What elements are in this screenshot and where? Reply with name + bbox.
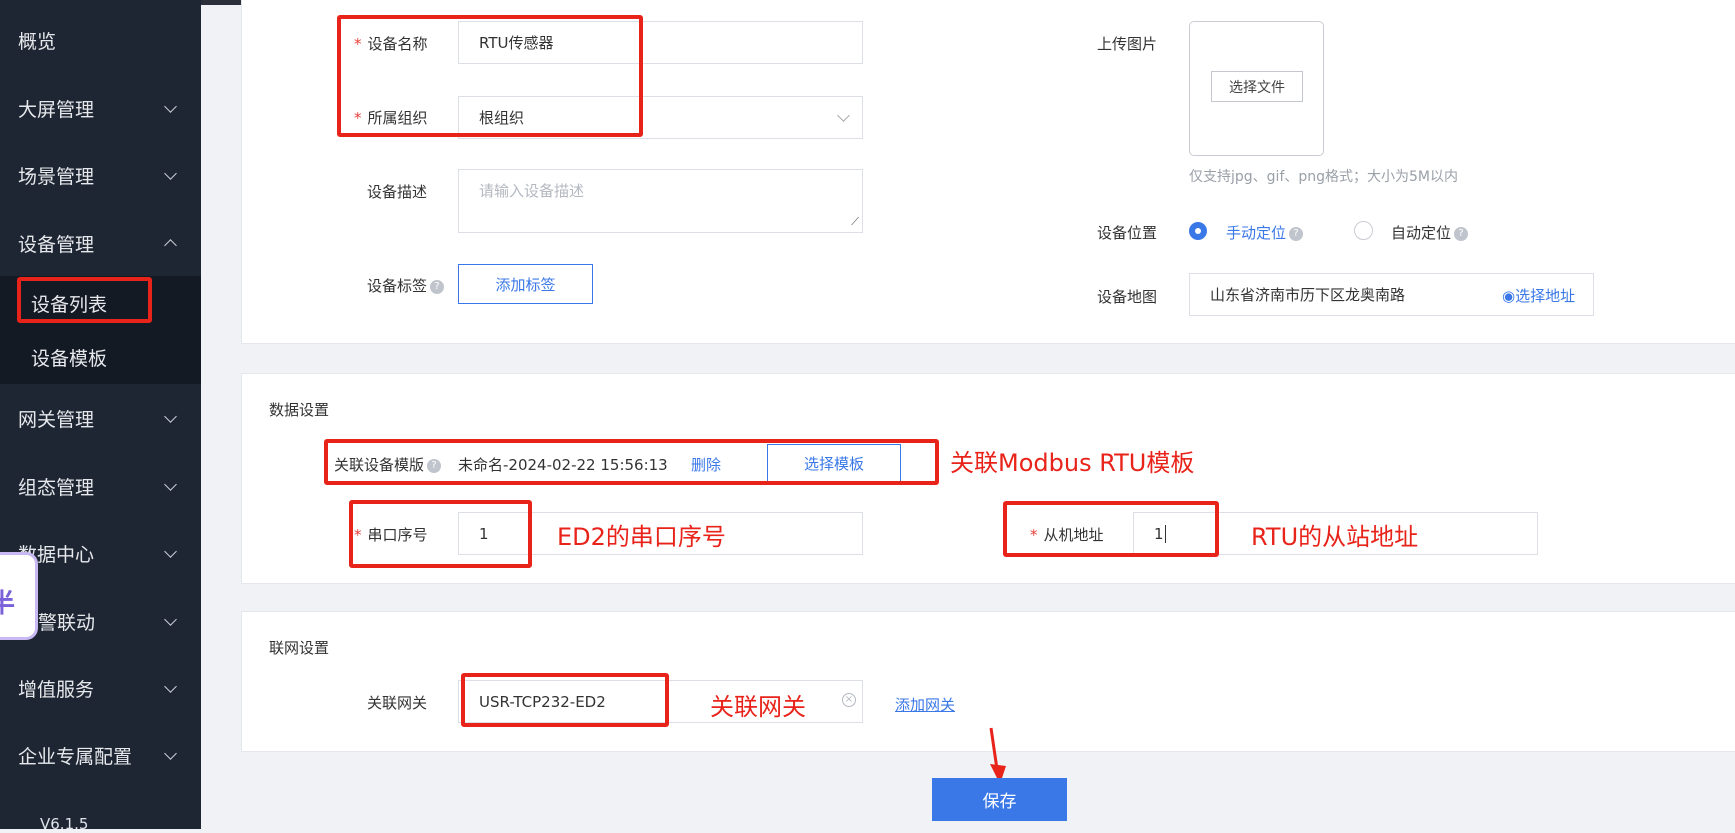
- sidebar-item-gateway[interactable]: 网关管理: [0, 390, 201, 446]
- chevron-down-icon: [164, 167, 177, 180]
- annotation-serial-note: ED2的串口序号: [557, 523, 726, 551]
- network-settings-title: 联网设置: [269, 639, 330, 657]
- chevron-down-icon: [164, 545, 177, 558]
- annotation-gateway-note: 关联网关: [710, 693, 806, 721]
- sidebar-item-value-added[interactable]: 增值服务: [0, 660, 201, 716]
- manual-location-label: 手动定位?: [1226, 222, 1304, 243]
- chevron-down-icon: [164, 410, 177, 423]
- annotation-box-name-org: [337, 15, 643, 137]
- annotation-box-gateway: [461, 673, 669, 727]
- add-tag-button[interactable]: 添加标签: [458, 264, 593, 304]
- chevron-down-icon: [837, 109, 850, 122]
- annotation-slave-note: RTU的从站地址: [1251, 523, 1419, 551]
- sidebar-item-label: 场景管理: [18, 165, 95, 188]
- sidebar-item-label: 概览: [18, 30, 57, 53]
- sidebar-item-label: 网关管理: [18, 408, 95, 431]
- upload-hint: 仅支持jpg、gif、png格式；大小为5M以内: [1189, 169, 1459, 185]
- page-gutter: [201, 5, 212, 829]
- sidebar-item-label: 设备模板: [31, 347, 108, 370]
- sidebar-item-label: 大屏管理: [18, 98, 95, 121]
- location-label: 设备位置: [1097, 224, 1158, 242]
- sidebar-item-config[interactable]: 组态管理: [0, 458, 201, 514]
- desc-label: 设备描述: [367, 183, 428, 201]
- sidebar-item-enterprise[interactable]: 企业专属配置: [0, 727, 201, 783]
- chevron-down-icon: [164, 747, 177, 760]
- annotation-box-serial: [349, 500, 532, 568]
- help-icon: ?: [1289, 226, 1304, 241]
- annotation-box-slave: [1003, 501, 1219, 557]
- upload-label: 上传图片: [1097, 35, 1158, 53]
- sidebar-item-screen[interactable]: 大屏管理: [0, 80, 201, 136]
- sidebar-item-overview[interactable]: 概览: [0, 12, 201, 68]
- auto-location-radio[interactable]: [1354, 221, 1373, 240]
- chevron-up-icon: [164, 239, 177, 252]
- manual-location-radio[interactable]: [1189, 222, 1207, 240]
- sidebar-item-label: 设备管理: [18, 233, 95, 256]
- floating-assistant-button[interactable]: 半: [0, 552, 38, 640]
- help-icon: ?: [430, 279, 445, 294]
- annotation-box-device-list: [17, 277, 152, 323]
- desc-textarea[interactable]: 请输入设备描述 ⟋: [458, 169, 863, 233]
- sidebar-subitem-device-template[interactable]: 设备模板: [0, 333, 201, 381]
- annotation-box-template: [324, 439, 939, 485]
- sidebar-item-scene[interactable]: 场景管理: [0, 147, 201, 203]
- map-label: 设备地图: [1097, 288, 1158, 306]
- sidebar-item-label: 企业专属配置: [18, 745, 133, 768]
- map-address-value: 山东省济南市历下区龙奥南路: [1210, 286, 1406, 304]
- select-address-link[interactable]: ◉选择地址: [1502, 285, 1575, 306]
- sidebar-item-label: 组态管理: [18, 476, 95, 499]
- chevron-down-icon: [164, 680, 177, 693]
- sidebar: 概览 大屏管理 场景管理 设备管理 设备列表 设备模板 网关管理 组态管理 数据…: [0, 0, 201, 833]
- desc-placeholder: 请输入设备描述: [479, 182, 585, 200]
- tag-label: 设备标签?: [367, 275, 445, 296]
- assistant-icon: 半: [0, 589, 16, 619]
- auto-location-label: 自动定位?: [1391, 222, 1469, 243]
- location-pin-icon: ◉: [1502, 287, 1516, 305]
- sidebar-item-label: 警联动: [38, 611, 96, 634]
- resize-handle-icon: ⟋: [851, 215, 859, 228]
- sidebar-item-label: 增值服务: [18, 678, 95, 701]
- gateway-label: 关联网关: [367, 694, 428, 712]
- chevron-down-icon: [164, 100, 177, 113]
- chevron-down-icon: [164, 613, 177, 626]
- add-gateway-link[interactable]: 添加网关: [895, 694, 955, 715]
- save-button[interactable]: 保存: [932, 778, 1067, 821]
- version-label: V6.1.5: [40, 815, 89, 833]
- sidebar-item-device[interactable]: 设备管理: [0, 215, 201, 271]
- data-settings-title: 数据设置: [269, 401, 330, 419]
- radio-dot: [1195, 228, 1201, 234]
- annotation-template-note: 关联Modbus RTU模板: [950, 449, 1195, 477]
- help-icon: ?: [1454, 226, 1469, 241]
- annotation-arrow-icon: [989, 727, 1006, 784]
- chevron-down-icon: [164, 478, 177, 491]
- choose-file-button[interactable]: 选择文件: [1211, 71, 1303, 102]
- clear-icon[interactable]: ×: [842, 693, 856, 707]
